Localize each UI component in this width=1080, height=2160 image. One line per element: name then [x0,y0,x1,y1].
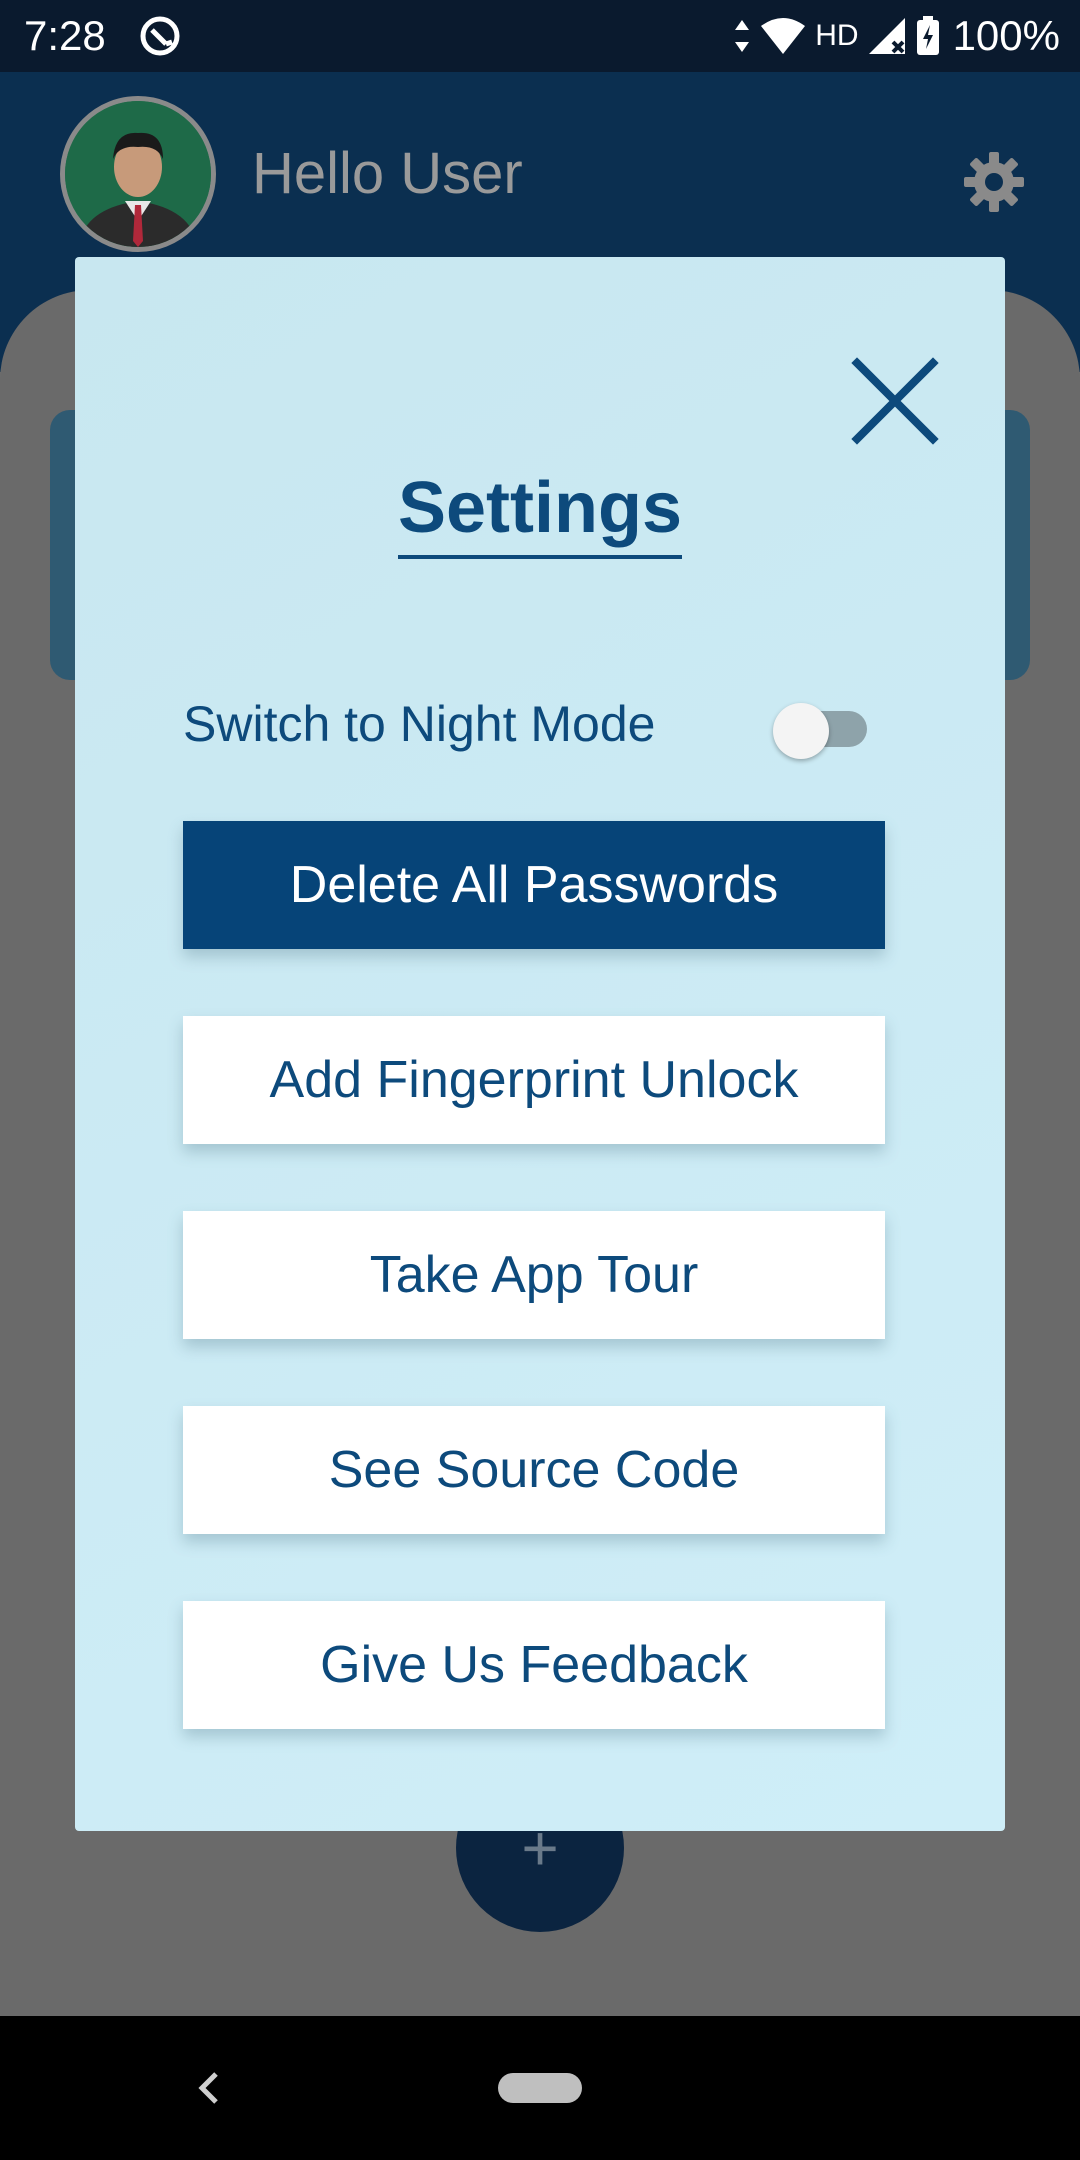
night-mode-toggle[interactable] [773,703,869,759]
wifi-icon [761,18,806,54]
delete-all-passwords-button[interactable]: Delete All Passwords [183,821,885,949]
see-source-code-button[interactable]: See Source Code [183,1406,885,1534]
gear-icon[interactable] [962,150,1026,214]
give-us-feedback-button[interactable]: Give Us Feedback [183,1601,885,1729]
add-fingerprint-unlock-button[interactable]: Add Fingerprint Unlock [183,1016,885,1144]
status-indicators: HD 100% [733,10,1060,62]
page-title: Settings [397,467,683,559]
network-type: HD [815,19,859,52]
status-bar: 7:28 HD 100% [0,0,1080,72]
home-button[interactable] [498,2073,582,2103]
status-time: 7:28 [24,12,106,59]
dialog-title-wrap: Settings [75,467,1005,559]
signal-icon [868,18,905,54]
back-icon[interactable] [190,2060,226,2116]
close-icon[interactable] [833,339,957,463]
night-mode-row: Switch to Night Mode [183,685,883,765]
greeting-text: Hello User [252,141,523,206]
take-app-tour-button[interactable]: Take App Tour [183,1211,885,1339]
settings-dialog: Settings Switch to Night Mode Delete All… [75,257,1005,1831]
app-logo-icon [140,16,180,56]
toggle-knob [773,703,829,759]
battery-icon [916,16,939,55]
data-arrows-icon [735,20,750,52]
avatar[interactable] [60,96,216,252]
battery-level: 100% [952,12,1060,59]
night-mode-label: Switch to Night Mode [183,696,656,752]
user-avatar-icon [65,101,211,247]
